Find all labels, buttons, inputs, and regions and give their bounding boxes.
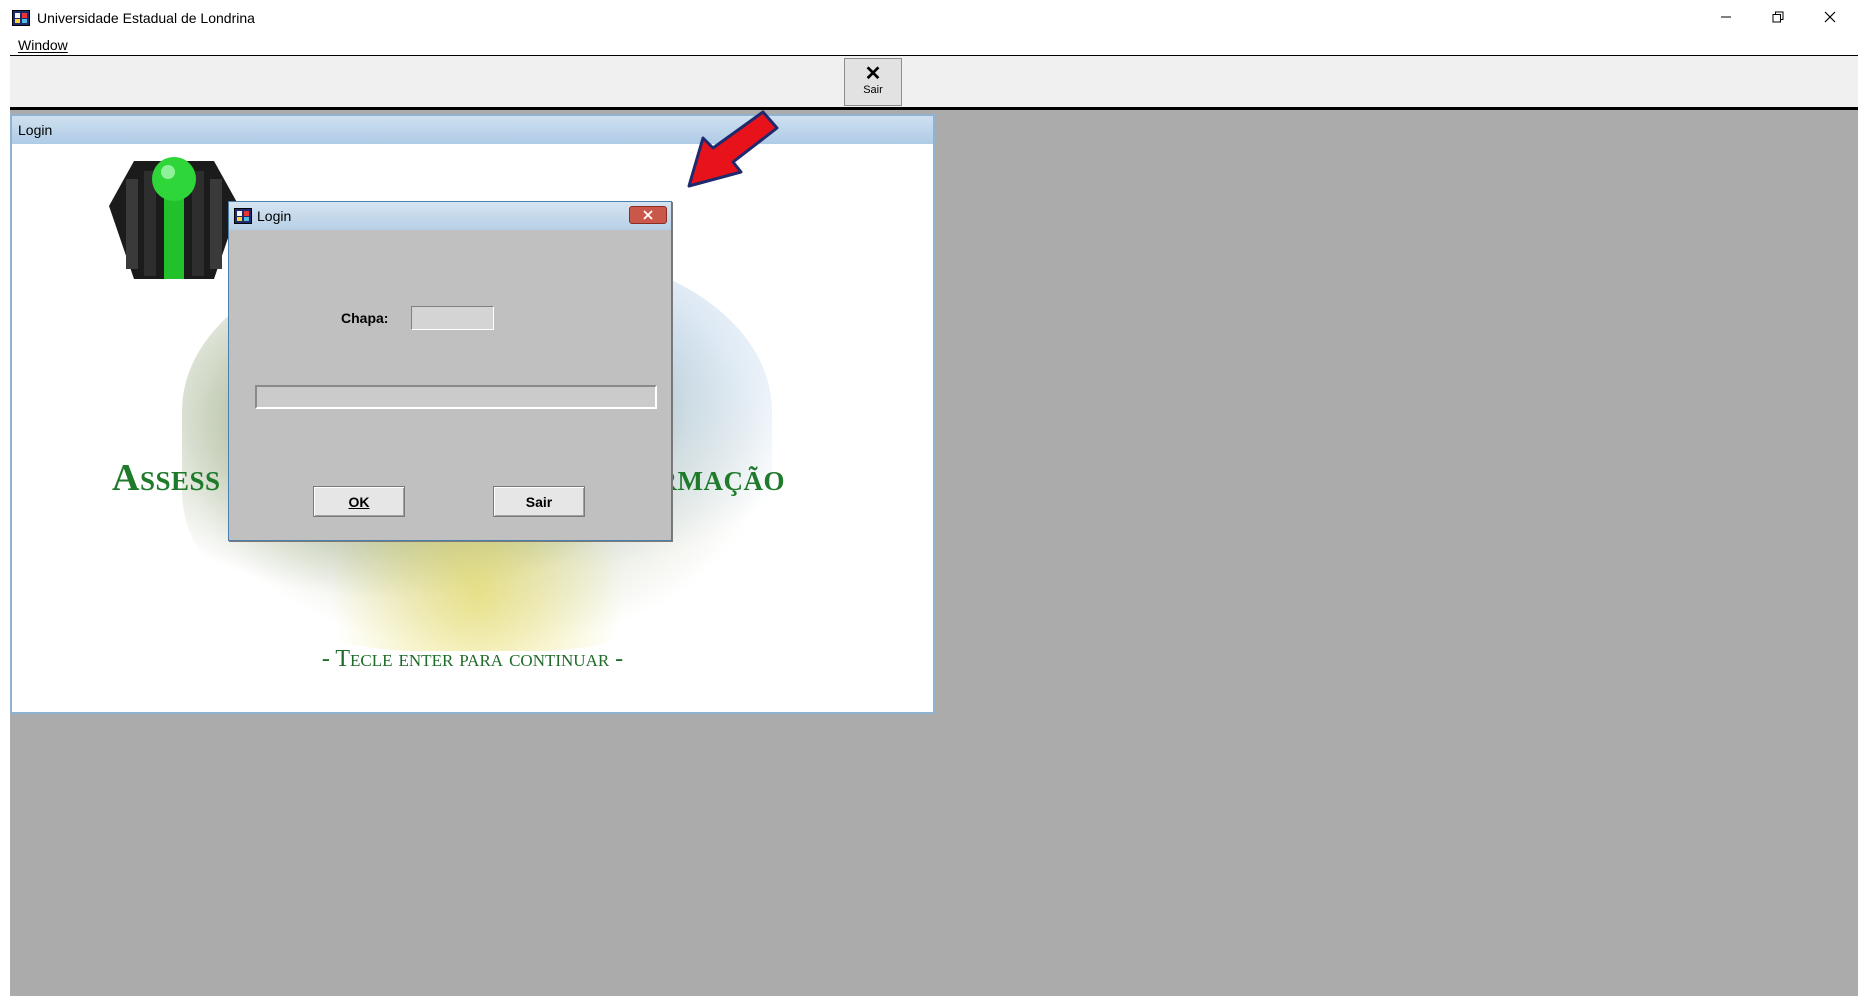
splash-heading-left: Assess [112,457,221,499]
splash-title: Login [18,122,53,138]
close-button[interactable] [1804,0,1856,36]
toolbar-exit-button[interactable]: ✕ Sair [844,58,902,106]
annotation-arrow-icon [685,110,785,190]
left-edge [0,110,10,996]
toolbar: ✕ Sair [10,55,1858,110]
minimize-button[interactable] [1700,0,1752,36]
login-dialog: Login Chapa: OK Sair [228,201,672,541]
ok-button-label: OK [348,493,370,510]
close-icon [1824,10,1836,26]
toolbar-exit-label: Sair [863,84,883,96]
dialog-title: Login [257,208,292,224]
ok-button[interactable]: OK [313,486,405,517]
dialog-title-bar: Login [229,202,671,230]
close-icon [643,207,653,223]
title-bar: Universidade Estadual de Londrina [0,0,1858,36]
dialog-close-button[interactable] [629,206,667,224]
close-x-icon: ✕ [864,63,882,85]
menu-item-window[interactable]: Window [18,37,68,53]
message-field [255,385,657,409]
window-title: Universidade Estadual de Londrina [37,10,255,26]
app-icon [234,208,252,224]
app-icon [12,10,30,26]
restore-icon [1772,10,1784,26]
chapa-label: Chapa: [341,310,389,326]
splash-title-bar: Login [12,116,933,144]
university-logo [104,151,244,291]
minimize-icon [1720,10,1732,26]
splash-heading-right: rmação [657,457,785,499]
sair-button-label: Sair [525,493,553,510]
restore-button[interactable] [1752,0,1804,36]
menu-bar: Window [0,36,1858,56]
splash-footer: - Tecle enter para continuar - [321,646,624,672]
sair-button[interactable]: Sair [493,486,585,517]
chapa-input[interactable] [411,306,494,330]
